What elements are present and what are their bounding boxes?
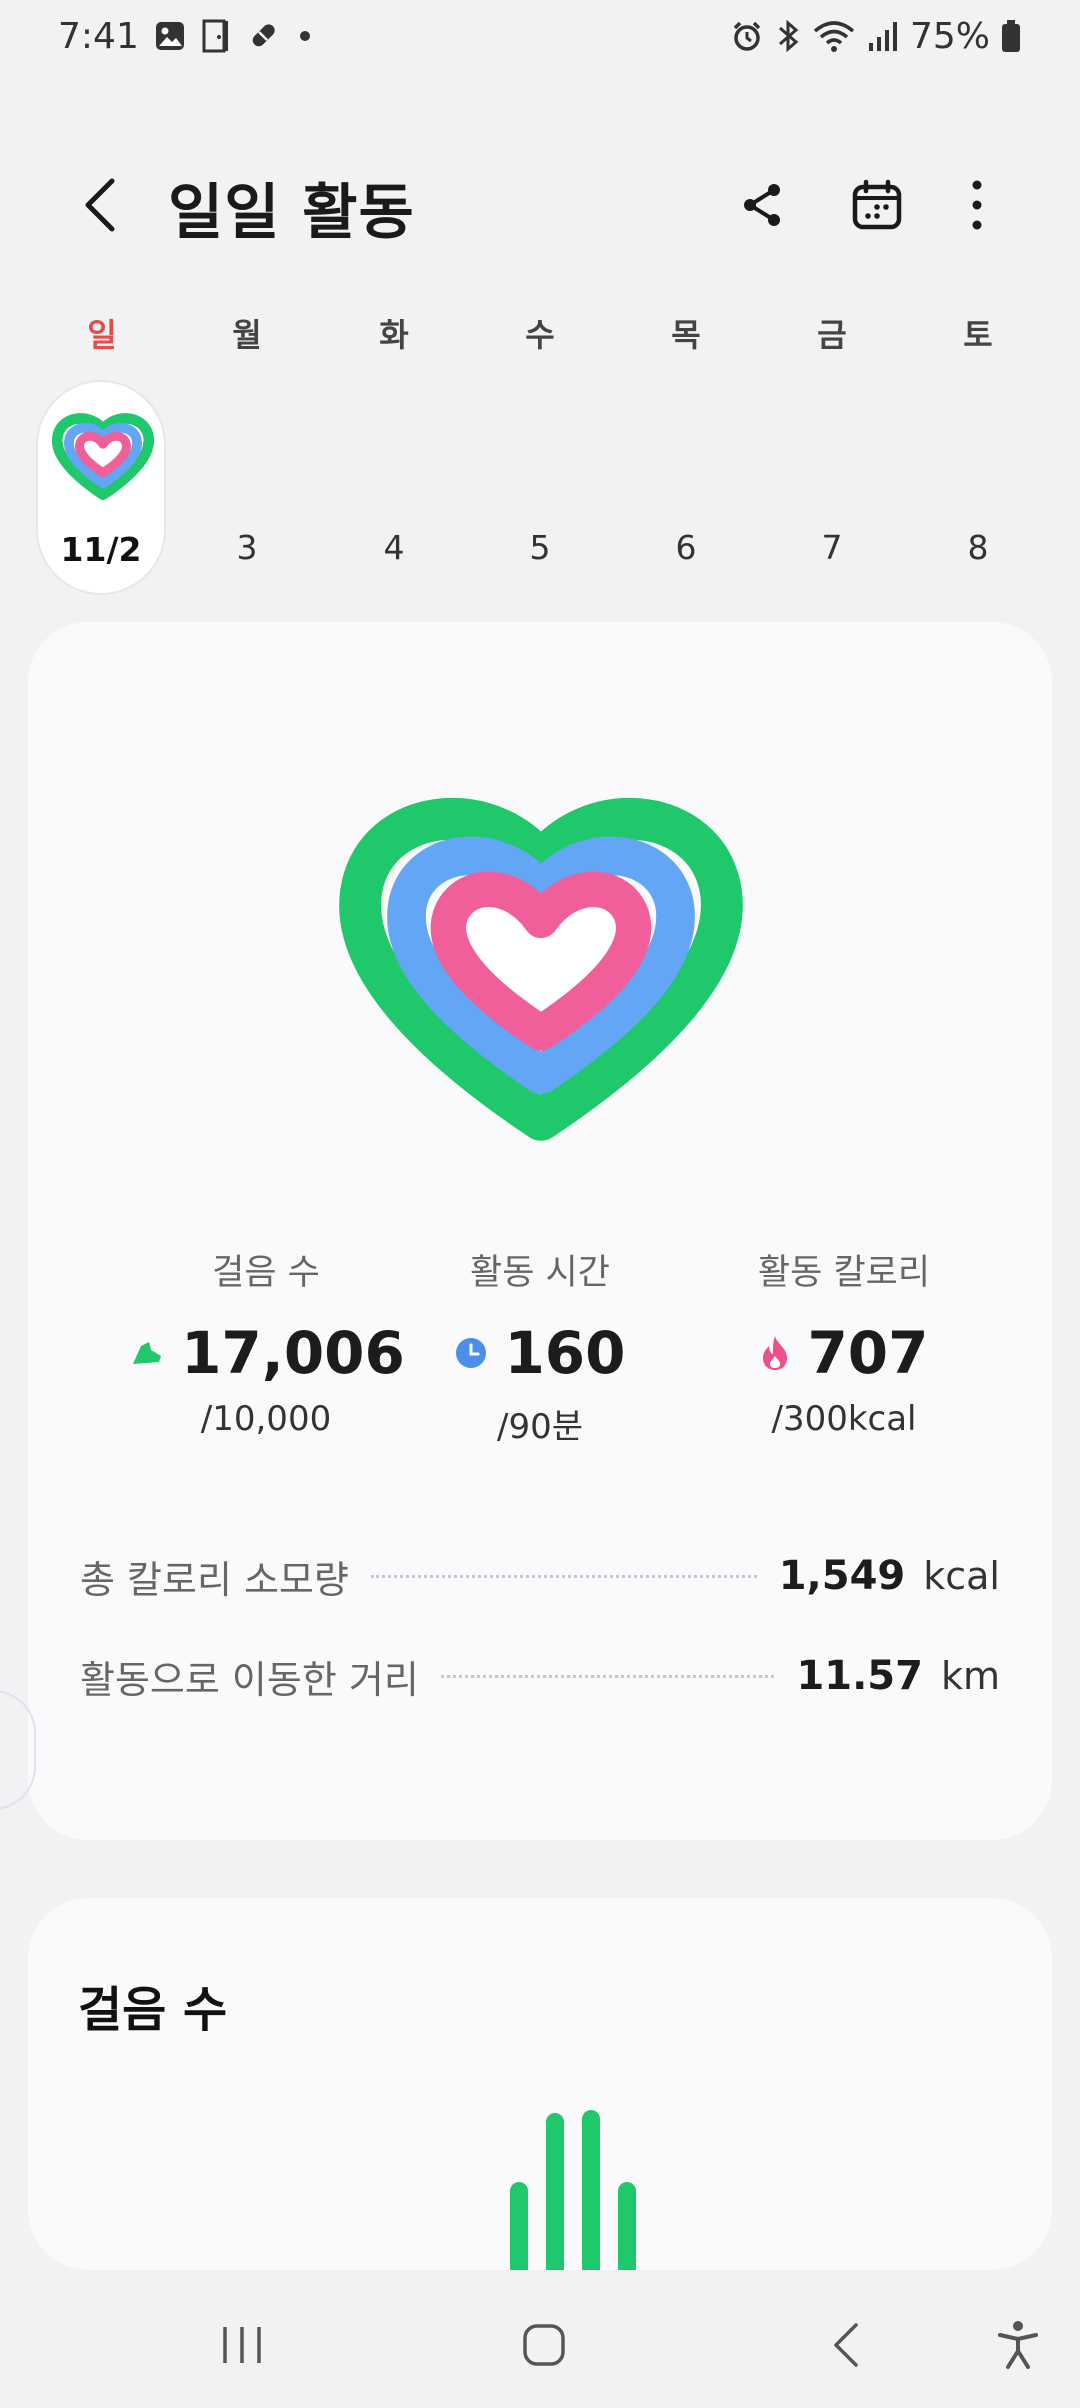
flame-icon (763, 1336, 788, 1370)
date-item[interactable]: 4 (344, 528, 444, 567)
activity-heart-mini-icon (51, 413, 155, 501)
bluetooth-icon (774, 18, 802, 54)
date-item[interactable]: 3 (197, 528, 297, 567)
pill-icon (245, 18, 281, 54)
stat-calories: 활동 칼로리 707 /300kcal (674, 1244, 1014, 1439)
day-name-mon: 월 (232, 316, 262, 354)
day-name-fri: 금 (817, 316, 847, 354)
day-name-sat: 토 (963, 316, 993, 354)
calendar-button[interactable] (844, 172, 910, 238)
steps-bar (510, 2182, 528, 2270)
stat-active-time-goal: /90분 (497, 1407, 583, 1447)
summary-total-calories-label: 총 칼로리 소모량 (80, 1557, 349, 1602)
navigation-bar (0, 2280, 1080, 2408)
calendar-icon (852, 179, 902, 230)
activity-rings-heart-icon (339, 797, 743, 1141)
summary-total-calories: 총 칼로리 소모량 1,549 kcal (80, 1546, 1000, 1606)
summary-distance-label: 활동으로 이동한 거리 (80, 1657, 419, 1702)
clock-icon (456, 1338, 487, 1368)
week-dates: 11/2 3 4 5 6 7 8 (0, 380, 1080, 600)
leader-dots (370, 1574, 757, 1578)
day-name-wed: 수 (525, 316, 555, 354)
stat-calories-label: 활동 칼로리 (757, 1253, 931, 1293)
date-item[interactable]: 5 (490, 528, 590, 567)
share-button[interactable] (730, 172, 796, 238)
back-button[interactable] (70, 172, 130, 238)
steps-bar (546, 2113, 564, 2270)
app-header: 일일 활동 (0, 150, 1080, 260)
activity-summary-card: 걸음 수 17,006 /10,000 활동 시간 160 /90분 활동 칼로… (28, 622, 1052, 1840)
summary-distance: 활동으로 이동한 거리 11.57 km (80, 1646, 1000, 1706)
door-icon (201, 18, 231, 54)
gallery-icon (153, 19, 187, 53)
date-item[interactable]: 7 (782, 528, 882, 567)
alarm-icon (730, 19, 764, 53)
status-time: 7:41 (58, 15, 139, 57)
steps-card-title: 걸음 수 (78, 1982, 228, 2038)
steps-bar (582, 2110, 600, 2270)
back-nav-button[interactable] (806, 2310, 886, 2380)
steps-card[interactable]: 걸음 수 (28, 1898, 1052, 2270)
stat-calories-value: 707 (807, 1319, 929, 1387)
week-day-names: 일 월 화 수 목 금 토 (0, 310, 1080, 370)
steps-bar (618, 2182, 636, 2270)
summary-distance-value: 11.57 (796, 1653, 923, 1699)
day-name-thu: 목 (671, 316, 701, 354)
battery-icon (1000, 18, 1022, 54)
day-name-tue: 화 (379, 316, 409, 354)
accessibility-button[interactable] (978, 2310, 1058, 2380)
date-item-selected[interactable]: 11/2 (36, 380, 166, 595)
home-button[interactable] (504, 2310, 584, 2380)
page-title: 일일 활동 (168, 178, 415, 248)
leader-dots (440, 1674, 775, 1678)
day-name-sun: 일 (87, 316, 117, 354)
more-options-button[interactable] (944, 172, 1010, 238)
home-icon (523, 2324, 565, 2366)
battery-percent: 75% (909, 15, 990, 57)
summary-distance-unit: km (940, 1654, 1000, 1698)
date-item[interactable]: 8 (928, 528, 1028, 567)
shoe-icon (133, 1342, 162, 1364)
more-icon (972, 180, 982, 230)
accessibility-icon (998, 2321, 1038, 2369)
date-item[interactable]: 6 (636, 528, 736, 567)
recent-apps-button[interactable] (202, 2310, 282, 2380)
stat-calories-goal: /300kcal (771, 1399, 917, 1439)
recent-apps-icon (223, 2327, 261, 2363)
back-nav-icon (834, 2323, 858, 2367)
dot-icon (295, 26, 315, 46)
share-icon (744, 184, 780, 226)
stat-active-time-label: 활동 시간 (470, 1253, 610, 1293)
wifi-icon (812, 18, 856, 54)
back-icon (85, 178, 115, 232)
status-bar: 7:41 75% (0, 0, 1080, 72)
date-number-selected: 11/2 (60, 530, 142, 569)
stat-active-time: 활동 시간 160 /90분 (370, 1244, 710, 1448)
stat-active-time-value: 160 (504, 1319, 626, 1387)
summary-total-calories-unit: kcal (923, 1554, 1000, 1598)
signal-icon (866, 19, 900, 53)
summary-total-calories-value: 1,549 (778, 1553, 906, 1599)
